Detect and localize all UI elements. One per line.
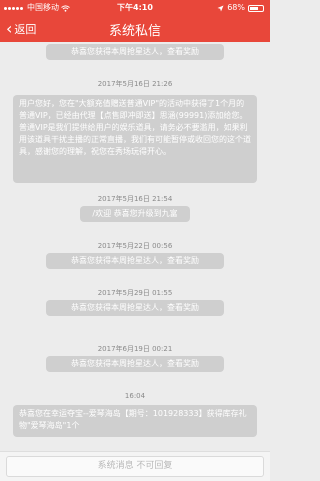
message-timestamp: 2017年5月16日 21:26 xyxy=(97,80,173,88)
message-timestamp: 16:04 xyxy=(124,392,146,400)
status-bar: 中国移动 下午4:10 68% xyxy=(0,0,270,16)
message-bubble[interactable]: 用户您好，您在"大额充值赠送普通VIP"的活动中获得了1个月的普通VIP，已经由… xyxy=(13,95,257,183)
message-bubble[interactable]: 恭喜您在幸运夺宝--爱琴海岛【期号：101928333】获得库存礼物"爱琴海岛"… xyxy=(13,405,257,437)
app-header: 中国移动 下午4:10 68% ‹ 返回 系统私信 xyxy=(0,0,270,42)
message-list[interactable]: 恭喜您获得本周抢星达人，查看奖励 2017年5月16日 21:26 用户您好，您… xyxy=(0,42,270,451)
message-timestamp: 2017年5月29日 01:55 xyxy=(97,289,173,297)
message-timestamp: 2017年5月16日 21:54 xyxy=(97,195,173,203)
page-title: 系统私信 xyxy=(108,24,161,39)
battery-icon xyxy=(248,4,264,12)
message-bubble[interactable]: 恭喜您获得本周抢星达人，查看奖励 xyxy=(46,356,224,372)
reply-disabled-input[interactable]: 系统消息 不可回复 xyxy=(6,456,264,477)
message-timestamp: 2017年5月22日 00:56 xyxy=(97,242,173,250)
battery-fill xyxy=(250,6,259,10)
battery-percent: 68% xyxy=(227,3,245,12)
message-timestamp: 2017年6月19日 00:21 xyxy=(97,345,173,353)
location-arrow-icon xyxy=(217,5,224,11)
footer-bar: 系统消息 不可回复 xyxy=(0,451,270,481)
status-right: 68% xyxy=(217,0,264,16)
message-bubble[interactable]: 恭喜您获得本周抢星达人，查看奖励 xyxy=(46,44,224,60)
message-bubble[interactable]: /欢迎 恭喜您升级到九富 xyxy=(80,206,190,222)
navigation-bar: ‹ 返回 系统私信 xyxy=(0,16,270,42)
message-bubble[interactable]: 恭喜您获得本周抢星达人，查看奖励 xyxy=(46,253,224,269)
message-bubble[interactable]: 恭喜您获得本周抢星达人，查看奖励 xyxy=(46,300,224,316)
